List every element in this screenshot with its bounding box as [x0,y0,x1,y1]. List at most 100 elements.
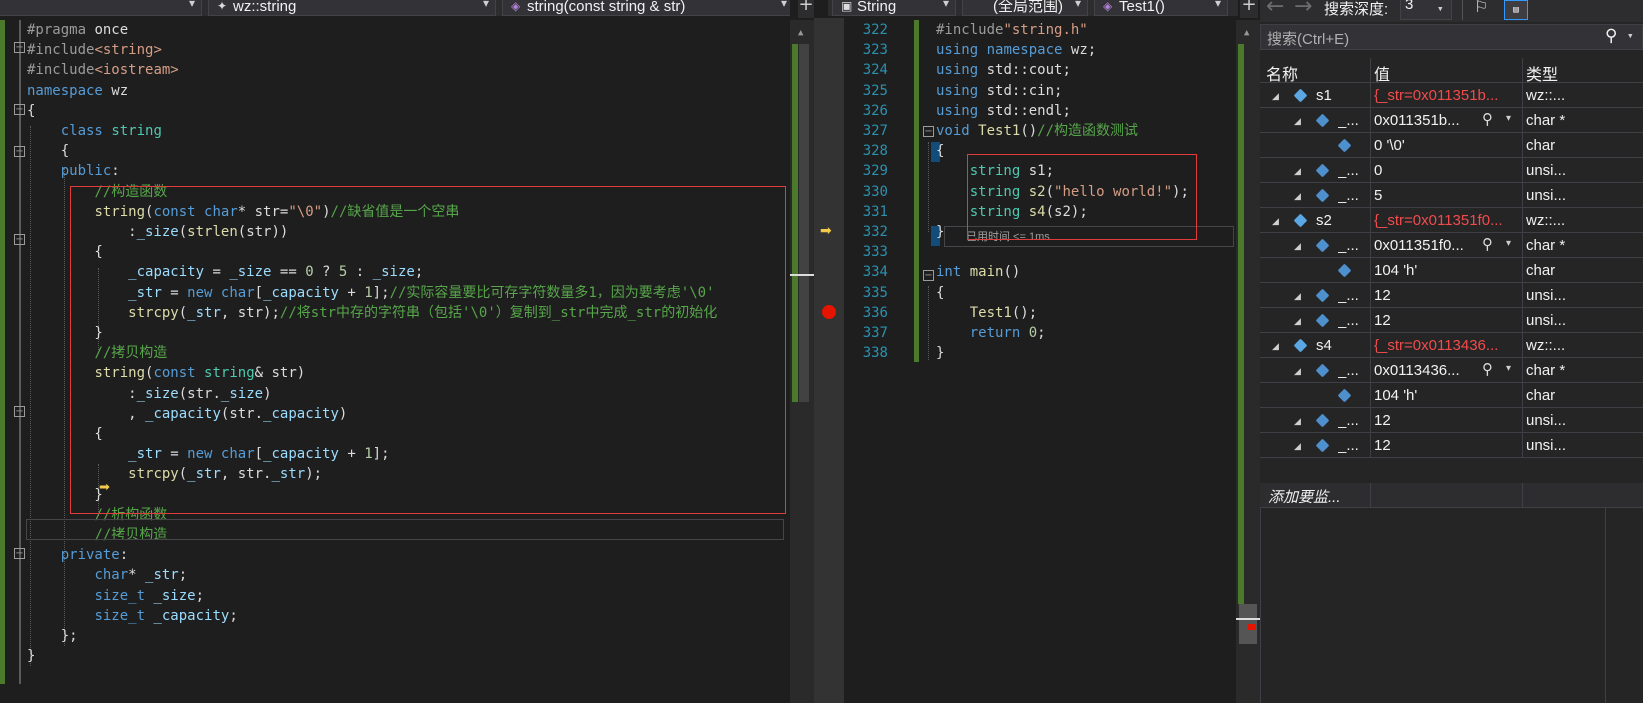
fold-toggle-icon[interactable]: − [923,270,934,281]
watch-value[interactable]: 0x0113436... [1374,358,1518,383]
watch-value[interactable]: 0x011351f0... [1374,233,1518,258]
scope-dropdown[interactable]: (全局范围) ▾ [962,0,1088,16]
chevron-down-icon: ▾ [482,0,489,10]
watch-row[interactable]: ◢ _... 12 unsi... [1260,433,1643,458]
watch-value[interactable]: 12 [1374,433,1518,458]
right-editor-area[interactable]: 322 323 324 325 326 327 328 329 330 331 332 333 334 3… [844,18,1236,703]
member-dropdown[interactable]: ◈ string(const string & str) ▾ [502,0,790,16]
watch-row[interactable]: ◢ _... 12 unsi... [1260,308,1643,333]
watch-value[interactable]: 12 [1374,308,1518,333]
split-button-right[interactable]: + [1240,0,1258,18]
column-header-value[interactable]: 值 [1374,61,1390,85]
text-visualizer-icon[interactable]: ⚲ [1482,110,1493,128]
watch-value[interactable]: 12 [1374,408,1518,433]
field-lock-icon [1315,438,1330,453]
watch-row[interactable]: ◢ _... 0 unsi... [1260,158,1643,183]
watch-value[interactable]: {_str=0x011351f0... [1374,208,1518,233]
watch-value[interactable]: 104 'h' [1374,258,1518,283]
right-indicator-margin[interactable] [814,18,844,703]
text-visualizer-icon[interactable]: ⚲ [1482,360,1493,378]
chevron-down-icon[interactable]: ▾ [1506,113,1511,124]
fold-toggle-icon[interactable]: − [14,234,25,245]
function-dropdown[interactable]: ◈ Test1() ▾ [1094,0,1228,16]
collapse-icon[interactable]: ◢ [1272,216,1279,227]
collapse-icon[interactable]: ◢ [1272,91,1279,102]
column-header-name[interactable]: 名称 [1266,61,1298,85]
search-icon[interactable]: ⚲ [1605,26,1617,46]
watch-value[interactable]: 104 'h' [1374,383,1518,408]
fold-toggle-icon[interactable]: − [14,406,25,417]
column-divider[interactable] [1522,58,1523,83]
watch-value[interactable]: {_str=0x0113436... [1374,333,1518,358]
watch-row[interactable]: ◢ s4 {_str=0x0113436... wz::... [1260,333,1643,358]
left-vertical-scrollbar[interactable]: ▲ [790,20,814,703]
line-number: 329 [862,163,888,180]
forward-arrow-icon[interactable]: → [1294,0,1312,19]
scroll-thumb[interactable] [799,44,809,402]
project-dropdown[interactable]: ▾ [0,0,202,16]
watch-row[interactable]: ◢ s1 {_str=0x011351b... wz::... [1260,83,1643,108]
expand-icon[interactable]: ◢ [1294,166,1301,177]
scroll-up-icon[interactable]: ▲ [798,28,803,38]
fold-toggle-icon[interactable]: − [14,104,25,115]
code-line: { [27,102,36,119]
scroll-up-icon[interactable]: ▲ [1244,28,1249,38]
watch-row[interactable]: 104 'h' char [1260,258,1643,283]
watch-row[interactable]: 0 '\0' char [1260,133,1643,158]
column-divider[interactable] [1370,58,1371,83]
column-divider [1522,483,1523,508]
left-editor-area[interactable]: − − − − − − #pragma once #include<string>… [0,18,790,703]
watch-row[interactable]: ◢ _... 0x011351b... ⚲ ▾ char * [1260,108,1643,133]
watch-row[interactable]: ◢ _... 0x0113436... ⚲ ▾ char * [1260,358,1643,383]
watch-row[interactable]: 104 'h' char [1260,383,1643,408]
column-divider [1370,333,1371,358]
watch-value[interactable]: {_str=0x011351b... [1374,83,1518,108]
watch-row[interactable]: ◢ _... 0x011351f0... ⚲ ▾ char * [1260,233,1643,258]
column-divider [1522,108,1523,133]
search-input[interactable]: 搜索(Ctrl+E) [1267,28,1349,49]
column-divider [1370,433,1371,458]
chevron-down-icon[interactable]: ▾ [1506,363,1511,374]
watch-row[interactable]: ◢ _... 12 unsi... [1260,408,1643,433]
fold-toggle-icon[interactable]: − [14,548,25,559]
expand-icon[interactable]: ◢ [1294,416,1301,427]
collapse-icon[interactable]: ◢ [1272,341,1279,352]
watch-row[interactable]: ◢ s2 {_str=0x011351f0... wz::... [1260,208,1643,233]
expand-icon[interactable]: ◢ [1294,441,1301,452]
expand-icon[interactable]: ◢ [1294,241,1301,252]
expand-icon[interactable]: ◢ [1294,191,1301,202]
fold-toggle-icon[interactable]: − [14,42,25,53]
project-dropdown-right[interactable]: ▣ String ▾ [832,0,956,16]
filter-icon[interactable]: ⚐ [1474,0,1488,16]
watch-value[interactable]: 5 [1374,183,1518,208]
watch-row[interactable]: ◢ _... 5 unsi... [1260,183,1643,208]
watch-row[interactable]: ◢ _... 12 unsi... [1260,283,1643,308]
chevron-down-icon[interactable]: ▾ [1627,29,1634,42]
add-watch-row[interactable]: 添加要监... [1260,483,1643,508]
search-depth-select[interactable]: 3 ▾ [1400,0,1452,20]
text-visualizer-icon[interactable]: ⚲ [1482,235,1493,253]
back-arrow-icon[interactable]: ← [1266,0,1284,19]
watch-value[interactable]: 0 '\0' [1374,133,1518,158]
fold-toggle-icon[interactable]: − [14,146,25,157]
expand-icon[interactable]: ◢ [1294,116,1301,127]
line-number: 333 [862,244,888,261]
expand-icon[interactable]: ◢ [1294,291,1301,302]
expand-icon[interactable]: ◢ [1294,366,1301,377]
right-vertical-scrollbar[interactable]: ▲ [1236,20,1260,703]
search-box[interactable]: 搜索(Ctrl+E) ⚲ ▾ [1260,24,1643,50]
watch-value[interactable]: 12 [1374,283,1518,308]
hex-display-button[interactable]: ▤ [1504,0,1528,20]
watch-value[interactable]: 0 [1374,158,1518,183]
class-dropdown[interactable]: ✦ wz::string ▾ [208,0,496,16]
code-line: using std::cout; [936,62,1071,79]
chevron-down-icon[interactable]: ▾ [1506,238,1511,249]
breakpoint-icon[interactable] [822,305,836,319]
expand-icon[interactable]: ◢ [1294,316,1301,327]
column-header-type[interactable]: 类型 [1526,61,1558,85]
watch-value[interactable]: 0x011351b... [1374,108,1518,133]
split-button-left[interactable]: + [798,0,814,18]
fold-toggle-icon[interactable]: − [923,126,934,137]
code-line: size_t _capacity; [94,607,238,624]
add-watch-label[interactable]: 添加要监... [1268,486,1341,507]
